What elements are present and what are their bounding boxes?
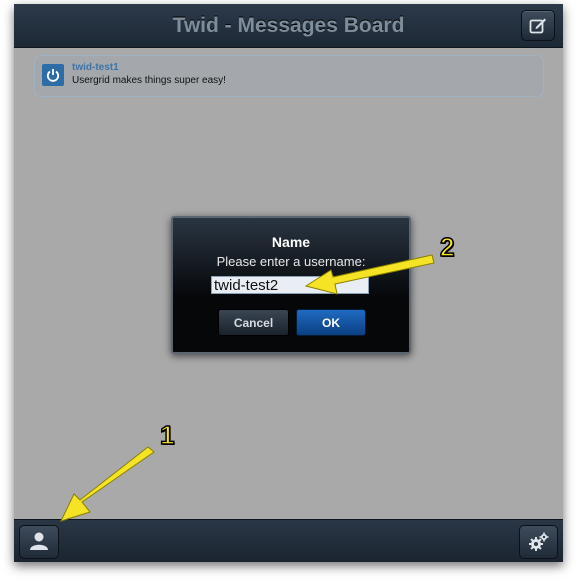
annotation-label-2: 2 — [439, 231, 455, 263]
arrow-1 — [60, 446, 155, 522]
annotation-label-1: 1 — [159, 419, 175, 451]
arrow-2 — [304, 254, 435, 295]
annotation-arrows — [60, 254, 435, 522]
